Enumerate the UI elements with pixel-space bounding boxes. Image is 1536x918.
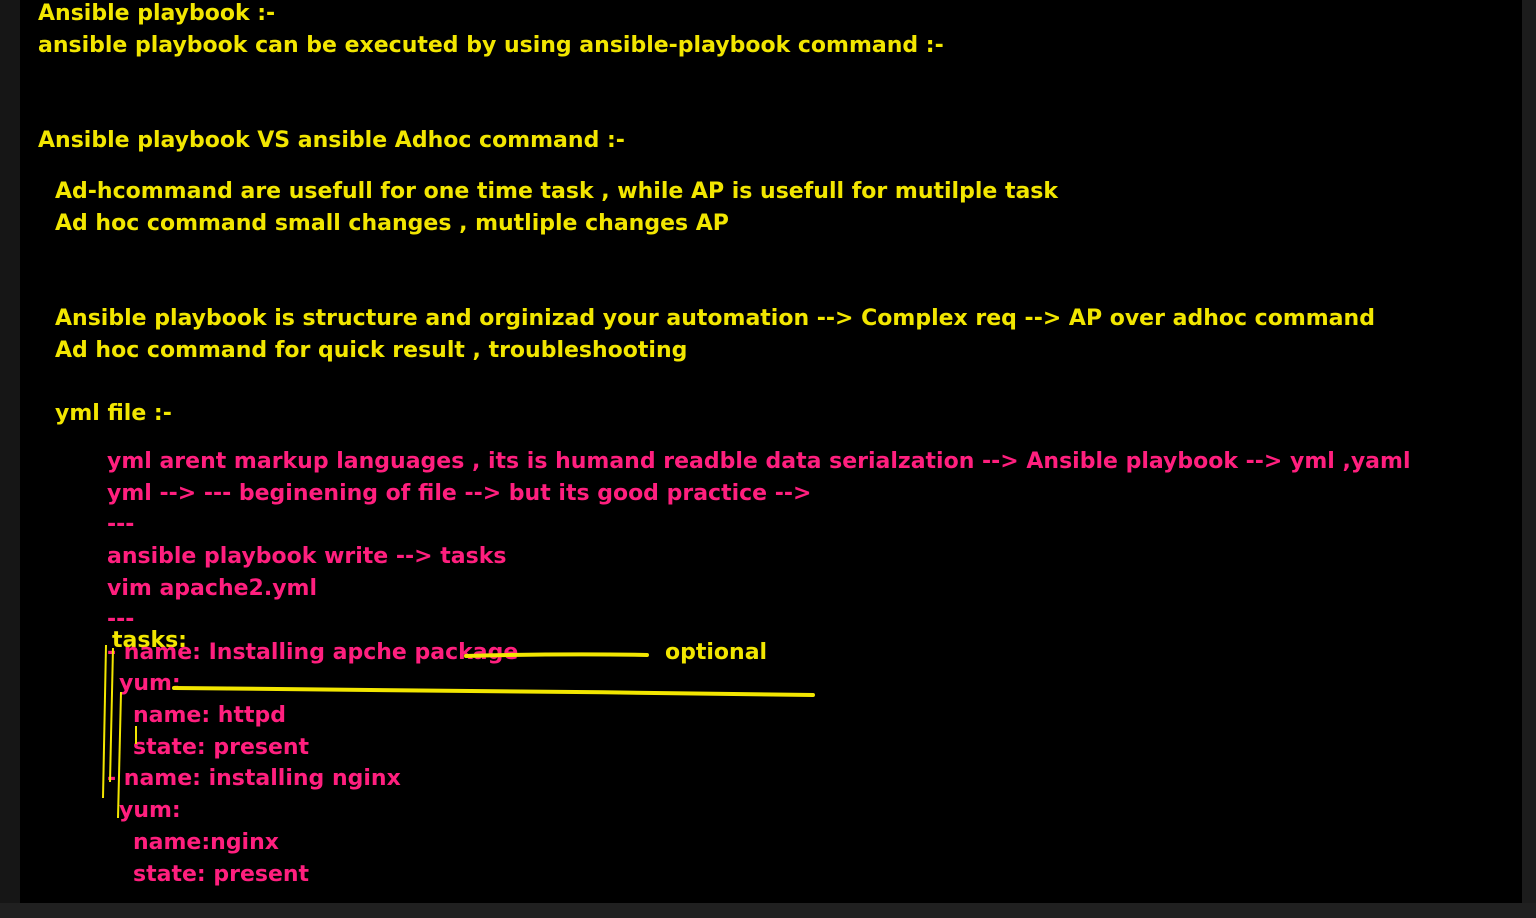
note-line: ansible playbook write --> tasks — [107, 544, 507, 569]
note-line: ansible playbook can be executed by usin… — [38, 33, 944, 58]
handwritten-optional-label: optional — [665, 640, 768, 665]
yaml-line: name:nginx — [133, 830, 279, 855]
yaml-line: - name: Installing apche package — [107, 640, 519, 665]
yaml-line: state: present — [133, 735, 310, 760]
yaml-line: yum: — [119, 798, 181, 823]
note-line: Ad hoc command for quick result , troubl… — [55, 338, 688, 363]
yaml-line: yum: — [119, 671, 181, 696]
note-line: vim apache2.yml — [107, 576, 317, 601]
note-line: Ad-hcommand are usefull for one time tas… — [55, 179, 1059, 204]
note-line: Ansible playbook is structure and orgini… — [55, 306, 1375, 331]
note-line: yml --> --- beginening of file --> but i… — [107, 481, 812, 506]
note-line: Ad hoc command small changes , mutliple … — [55, 211, 729, 236]
vertical-scrollbar[interactable] — [1522, 0, 1536, 903]
note-line: yml arent markup languages , its is huma… — [107, 449, 1411, 474]
yaml-line: name: httpd — [133, 703, 287, 728]
yaml-line: state: present — [133, 862, 310, 887]
heading-ansible-playbook: Ansible playbook :- — [38, 1, 276, 26]
yaml-line: - name: installing nginx — [107, 766, 401, 791]
heading-yml-file: yml file :- — [55, 401, 172, 426]
yaml-separator: --- — [107, 512, 135, 537]
heading-playbook-vs-adhoc: Ansible playbook VS ansible Adhoc comman… — [38, 128, 625, 153]
bottom-bar — [0, 903, 1536, 918]
